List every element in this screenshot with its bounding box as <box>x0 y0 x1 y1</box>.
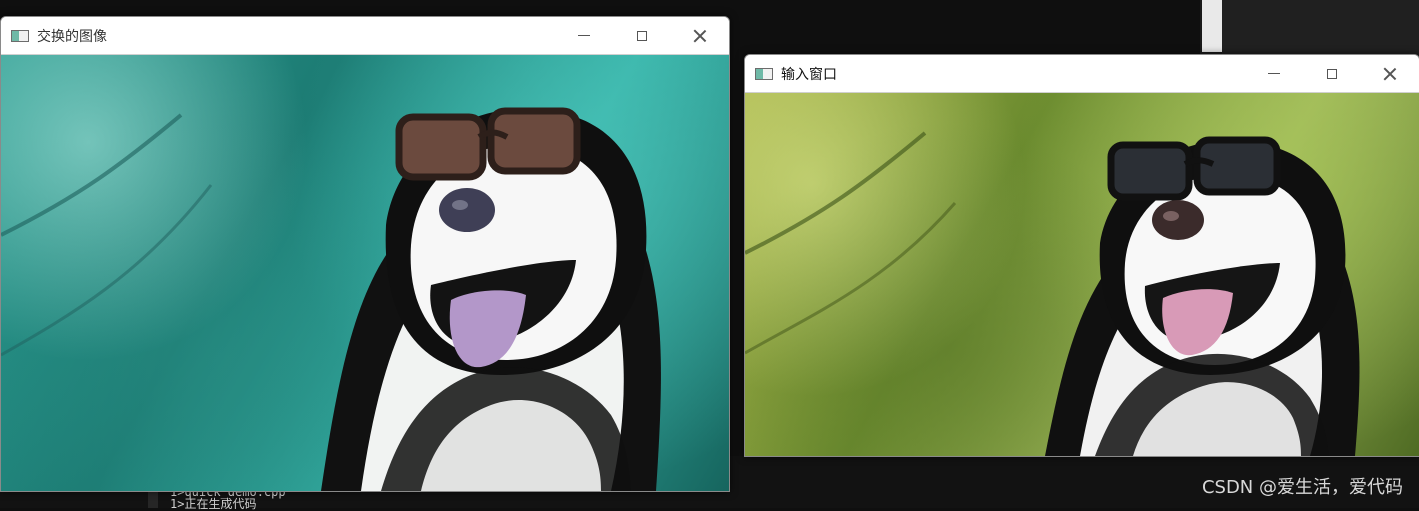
dog-with-sunglasses-image <box>1 107 661 491</box>
app-window-icon <box>11 29 29 42</box>
maximize-button[interactable] <box>613 17 671 54</box>
input-window[interactable]: 输入窗口 <box>744 54 1419 457</box>
minimize-icon <box>578 35 590 36</box>
close-icon <box>1384 68 1396 80</box>
image-canvas[interactable] <box>745 93 1419 456</box>
background-scrollbar[interactable] <box>1202 0 1222 52</box>
swapped-image-window[interactable]: 交换的图像 <box>0 16 730 492</box>
maximize-icon <box>1327 68 1337 79</box>
app-window-icon <box>755 67 773 80</box>
image-canvas[interactable] <box>1 55 729 491</box>
close-button[interactable] <box>1361 55 1419 92</box>
build-output-line-2: 1>正在生成代码 <box>170 497 257 511</box>
window-titlebar[interactable]: 交换的图像 <box>1 17 729 55</box>
maximize-button[interactable] <box>1303 55 1361 92</box>
window-title: 交换的图像 <box>37 28 107 45</box>
window-titlebar[interactable]: 输入窗口 <box>745 55 1419 93</box>
ide-gutter <box>148 490 158 508</box>
maximize-icon <box>637 30 647 41</box>
close-button[interactable] <box>671 17 729 54</box>
close-icon <box>694 30 706 42</box>
background-dark-area <box>1222 0 1419 56</box>
minimize-button[interactable] <box>1245 55 1303 92</box>
dog-with-sunglasses-image <box>745 131 1360 456</box>
minimize-button[interactable] <box>555 17 613 54</box>
minimize-icon <box>1268 73 1280 74</box>
csdn-watermark: CSDN @爱生活，爱代码 <box>1201 477 1403 498</box>
window-title: 输入窗口 <box>781 66 837 83</box>
